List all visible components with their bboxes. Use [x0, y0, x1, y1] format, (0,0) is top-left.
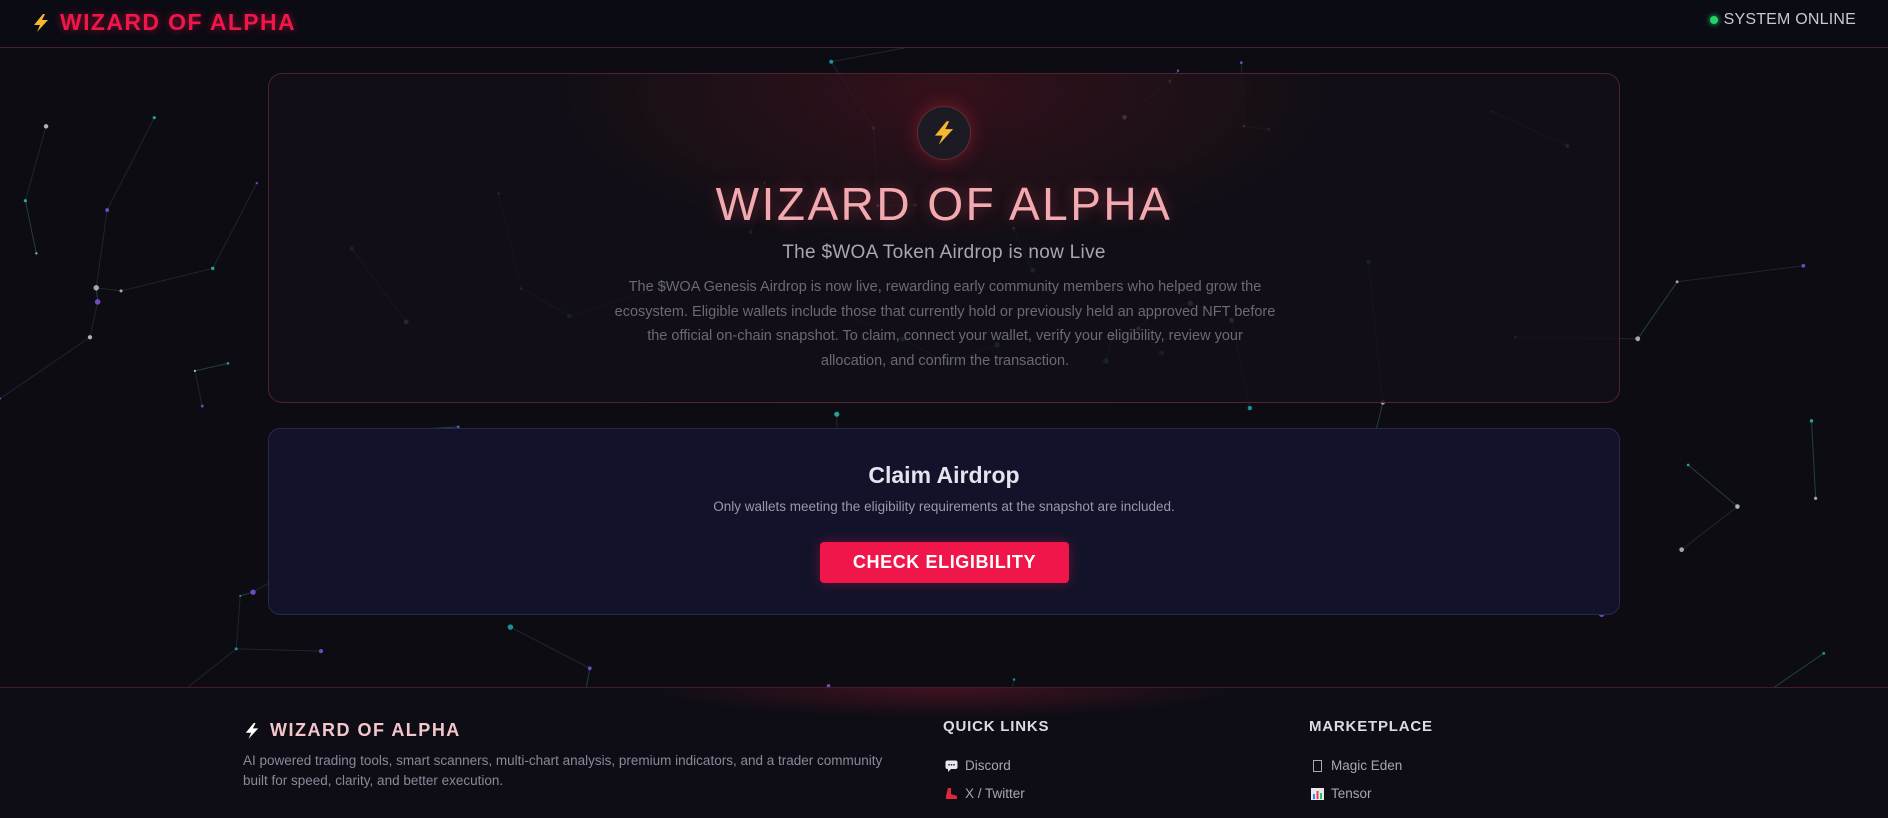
brand-logo[interactable]: WIZARD OF ALPHA: [32, 9, 296, 36]
bar-chart-icon: [1311, 787, 1324, 800]
footer-description: AI powered trading tools, smart scanners…: [243, 753, 883, 788]
footer-link-label: Magic Eden: [1331, 758, 1403, 773]
lightning-bolt-icon: [245, 722, 259, 739]
hero-description: The $WOA Genesis Airdrop is now live, re…: [614, 279, 1276, 369]
red-shoe-icon: [945, 787, 958, 800]
check-eligibility-button[interactable]: CHECK ELIGIBILITY: [820, 542, 1069, 583]
footer-brand: WIZARD OF ALPHA: [244, 720, 461, 741]
missing-glyph-icon: [1311, 759, 1324, 772]
top-navbar: WIZARD OF ALPHA SYSTEM ONLINE: [0, 0, 1888, 48]
footer-glow: [644, 688, 1244, 718]
hero-subtitle: The $WOA Token Airdrop is now Live: [782, 242, 1106, 263]
footer-link-discord[interactable]: Discord: [945, 758, 1011, 773]
footer-link-label: Tensor: [1331, 786, 1372, 801]
brand-name: WIZARD OF ALPHA: [60, 9, 297, 35]
footer-brand-name: WIZARD OF ALPHA: [270, 720, 461, 740]
footer-link-magic-eden[interactable]: Magic Eden: [1311, 758, 1402, 773]
claim-airdrop-card: Claim Airdrop Only wallets meeting the e…: [268, 428, 1620, 615]
system-status: SYSTEM ONLINE: [1709, 11, 1856, 29]
lightning-bolt-icon: [34, 13, 48, 32]
hero-badge: [917, 106, 971, 160]
footer-link-x-twitter[interactable]: X / Twitter: [945, 786, 1025, 801]
hero-card: WIZARD OF ALPHA The $WOA Token Airdrop i…: [268, 73, 1620, 403]
quick-links-title: QUICK LINKS: [943, 718, 1050, 735]
footer: WIZARD OF ALPHA AI powered trading tools…: [0, 687, 1888, 818]
claim-title: Claim Airdrop: [868, 462, 1020, 488]
status-online-dot-icon: [1709, 16, 1718, 24]
footer-link-label: X / Twitter: [965, 786, 1025, 801]
hero-title: WIZARD OF ALPHA: [715, 178, 1173, 230]
status-label: SYSTEM ONLINE: [1723, 11, 1856, 28]
marketplace-title: MARKETPLACE: [1309, 718, 1433, 735]
footer-link-label: Discord: [965, 758, 1011, 773]
chat-icon: [945, 759, 958, 772]
claim-eligibility-note: Only wallets meeting the eligibility req…: [713, 499, 1175, 514]
lightning-bolt-icon: [934, 121, 954, 145]
footer-link-tensor[interactable]: Tensor: [1311, 786, 1372, 801]
